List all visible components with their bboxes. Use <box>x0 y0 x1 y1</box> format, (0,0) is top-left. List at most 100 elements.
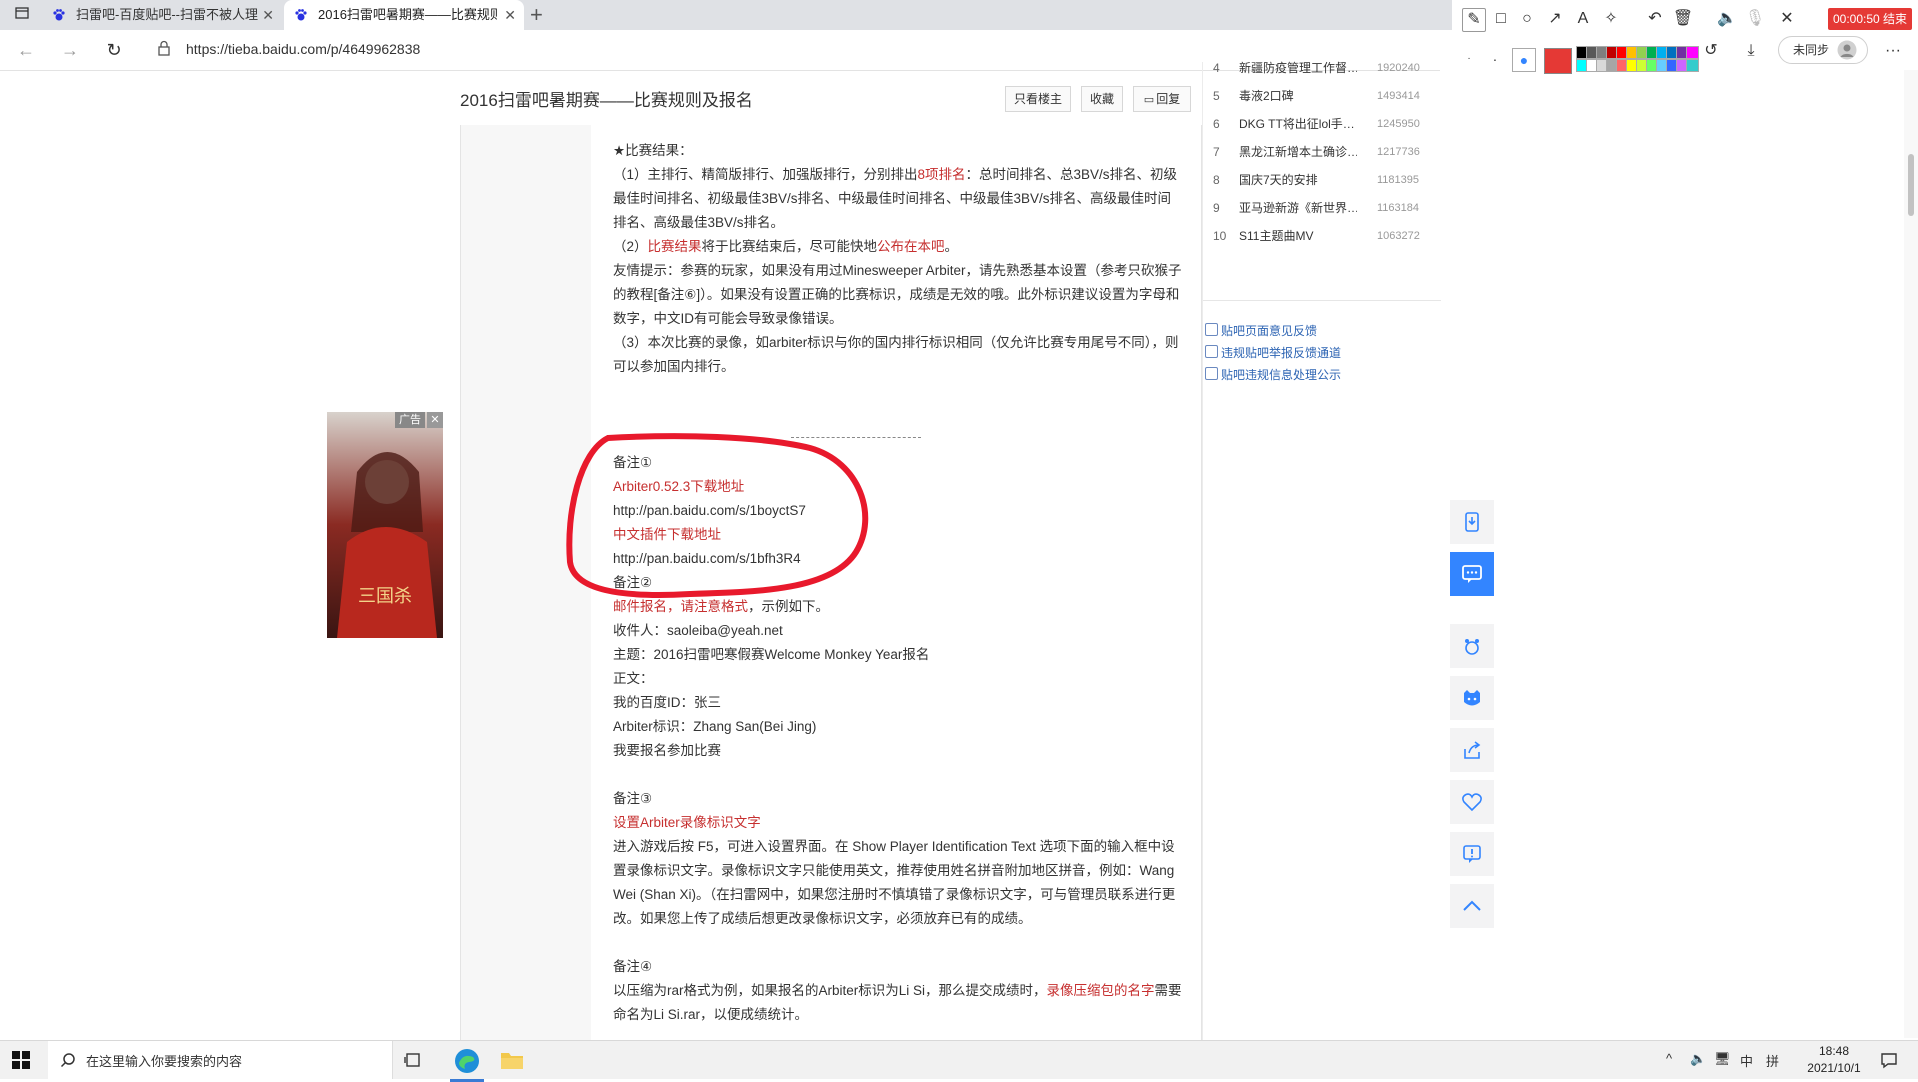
hot-topic-item[interactable]: 9 亚马逊新游《新世界… 1163184 <box>1213 198 1428 218</box>
reply-label: 回复 <box>1156 92 1181 106</box>
hot-topic-title[interactable]: 黑龙江新增本土确诊… <box>1239 142 1357 162</box>
hot-topic-title[interactable]: S11主题曲MV <box>1239 226 1357 246</box>
more-icon[interactable]: ··· <box>1882 40 1904 62</box>
speaker-icon[interactable]: 🔈 <box>1716 8 1738 30</box>
tab-saolei-forum[interactable]: 扫雷吧-百度贴吧--扫雷不被人理 ✕ <box>42 0 282 30</box>
circle-icon[interactable]: ○ <box>1516 8 1538 30</box>
sync-status-button[interactable]: 未同步 <box>1778 36 1868 64</box>
trash-icon <box>1205 367 1218 380</box>
mascot-button[interactable] <box>1450 624 1494 668</box>
undo-icon[interactable]: ↶ <box>1644 8 1666 30</box>
download-icon[interactable]: ⤓ <box>1740 40 1762 62</box>
hot-topic-count: 1063272 <box>1377 230 1420 242</box>
notification-icon[interactable] <box>1880 1051 1898 1074</box>
chevron-up-icon <box>1463 900 1481 911</box>
hot-topic-title[interactable]: DKG TT将出征lol手… <box>1239 114 1357 134</box>
scrollbar-thumb[interactable] <box>1908 154 1914 216</box>
trash-icon[interactable]: 🗑 <box>1672 8 1694 30</box>
tray-expand-icon[interactable]: ^ <box>1666 1051 1672 1066</box>
hot-topic-item[interactable]: 8 国庆7天的安排 1181395 <box>1213 170 1428 190</box>
tab-summer-contest[interactable]: 2016扫雷吧暑期赛——比赛规则 ✕ <box>284 0 524 30</box>
favorite-button[interactable]: 收藏 <box>1081 86 1123 112</box>
violation-notice-link[interactable]: 贴吧违规信息处理公示 <box>1205 366 1341 383</box>
hot-topic-item[interactable]: 6 DKG TT将出征lol手… 1245950 <box>1213 114 1428 134</box>
network-icon[interactable]: 🖥 <box>1714 1051 1731 1067</box>
heart-icon <box>1462 793 1482 812</box>
color-palette[interactable] <box>1576 46 1699 74</box>
like-button[interactable] <box>1450 780 1494 824</box>
ime-indicator[interactable]: 中 <box>1740 1051 1753 1070</box>
small-dot-icon[interactable]: · <box>1458 48 1480 70</box>
hot-topic-item[interactable]: 4 新疆防疫管理工作督… 1920240 <box>1213 58 1428 78</box>
note-3-heading: 设置Arbiter录像标识文字 <box>613 815 761 830</box>
side-advertisement[interactable]: 三国杀 广告 ✕ <box>327 412 443 638</box>
microphone-icon[interactable]: 🎙 <box>1744 8 1766 30</box>
new-tab-button[interactable]: + <box>530 2 543 28</box>
pen-icon[interactable]: ✎ <box>1462 8 1486 32</box>
hot-topic-rank: 8 <box>1213 173 1220 187</box>
only-op-button[interactable]: 只看楼主 <box>1005 86 1071 112</box>
file-explorer-icon[interactable] <box>500 1049 524 1076</box>
hot-topic-item[interactable]: 10 S11主题曲MV 1063272 <box>1213 226 1428 246</box>
system-clock[interactable]: 18:48 2021/10/1 <box>1794 1043 1874 1077</box>
ad-image[interactable]: 三国杀 <box>327 412 443 638</box>
task-view-icon[interactable] <box>404 1051 422 1074</box>
ad-badge: 广告 <box>395 412 425 428</box>
forward-icon[interactable]: → <box>58 38 82 62</box>
hot-topic-title[interactable]: 亚马逊新游《新世界… <box>1239 198 1357 218</box>
windows-start-icon[interactable] <box>12 1051 30 1074</box>
report-button[interactable] <box>1450 832 1494 876</box>
hot-topic-count: 1181395 <box>1377 174 1420 186</box>
note-3-title: 备注③ <box>613 791 653 806</box>
magic-wand-icon[interactable]: ✧ <box>1600 8 1622 30</box>
reload-icon[interactable]: ↻ <box>102 38 126 62</box>
note-4-body: 以压缩为rar格式为例，如果报名的Arbiter标识为Li Si，那么提交成绩时… <box>613 983 1182 1022</box>
sidebar-divider <box>1203 300 1441 301</box>
edge-browser-icon[interactable] <box>450 1045 484 1082</box>
email-subject: 主题：2016扫雷吧寒假赛Welcome Monkey Year报名 <box>613 647 930 662</box>
rectangle-icon[interactable]: □ <box>1490 8 1512 30</box>
ime-mode-indicator[interactable]: 拼 <box>1766 1051 1779 1070</box>
avatar-icon <box>1837 40 1857 60</box>
history-icon[interactable]: ↺ <box>1700 40 1722 62</box>
hot-topic-item[interactable]: 7 黑龙江新增本土确诊… 1217736 <box>1213 142 1428 162</box>
url-field[interactable]: https://tieba.baidu.com/p/4649962838 <box>186 41 420 57</box>
tab-close-icon[interactable]: ✕ <box>504 0 516 30</box>
large-dot-icon[interactable]: ● <box>1512 48 1536 72</box>
app-download-button[interactable] <box>1450 500 1494 544</box>
report-channel-link[interactable]: 违规贴吧举报反馈通道 <box>1205 344 1341 361</box>
tab-title: 扫雷吧-百度贴吧--扫雷不被人理 <box>76 7 258 22</box>
lock-icon[interactable] <box>152 38 176 62</box>
hot-topic-count: 1217736 <box>1377 146 1420 158</box>
post-header: 2016扫雷吧暑期赛——比赛规则及报名 只看楼主 收藏 ▭ 回复 <box>460 86 1191 126</box>
reply-button[interactable]: ▭ 回复 <box>1133 86 1191 112</box>
results-item-1: （1）主排行、精简版排行、加强版排行，分别排出8项排名：总时间排名、总3BV/s… <box>613 167 1178 230</box>
color-swatch[interactable] <box>1686 59 1699 72</box>
back-icon[interactable]: ← <box>14 38 38 62</box>
close-icon[interactable]: ✕ <box>1776 8 1798 30</box>
volume-icon[interactable]: 🔈 <box>1690 1051 1706 1067</box>
share-button[interactable] <box>1450 728 1494 772</box>
ad-close-icon[interactable]: ✕ <box>427 412 443 428</box>
chat-button[interactable] <box>1450 552 1494 596</box>
current-color-swatch[interactable] <box>1544 48 1572 74</box>
hot-topic-count: 1163184 <box>1377 202 1420 214</box>
hot-topic-title[interactable]: 新疆防疫管理工作督… <box>1239 58 1357 78</box>
back-to-top-button[interactable] <box>1450 884 1494 928</box>
medium-dot-icon[interactable]: · <box>1484 48 1506 70</box>
vertical-scrollbar[interactable] <box>1904 70 1918 1038</box>
hot-topic-title[interactable]: 国庆7天的安排 <box>1239 170 1357 190</box>
text-icon[interactable]: A <box>1572 8 1594 30</box>
tab-actions-icon[interactable] <box>12 5 32 25</box>
taskbar-search-box[interactable]: 在这里输入你要搜索的内容 <box>48 1041 393 1079</box>
arrow-icon[interactable]: ↗ <box>1544 8 1566 30</box>
hot-topic-item[interactable]: 5 毒液2口碑 1493414 <box>1213 86 1428 106</box>
sync-label: 未同步 <box>1793 43 1830 57</box>
tab-close-icon[interactable]: ✕ <box>262 0 274 30</box>
hot-topic-title[interactable]: 毒液2口碑 <box>1239 86 1357 106</box>
record-timer-stop-button[interactable]: 00:00:50 结束 <box>1828 8 1912 30</box>
feedback-link[interactable]: 贴吧页面意见反馈 <box>1205 322 1317 339</box>
cat-button[interactable] <box>1450 676 1494 720</box>
color-swatch[interactable] <box>1686 46 1699 59</box>
tab-title: 2016扫雷吧暑期赛——比赛规则 <box>318 7 498 22</box>
